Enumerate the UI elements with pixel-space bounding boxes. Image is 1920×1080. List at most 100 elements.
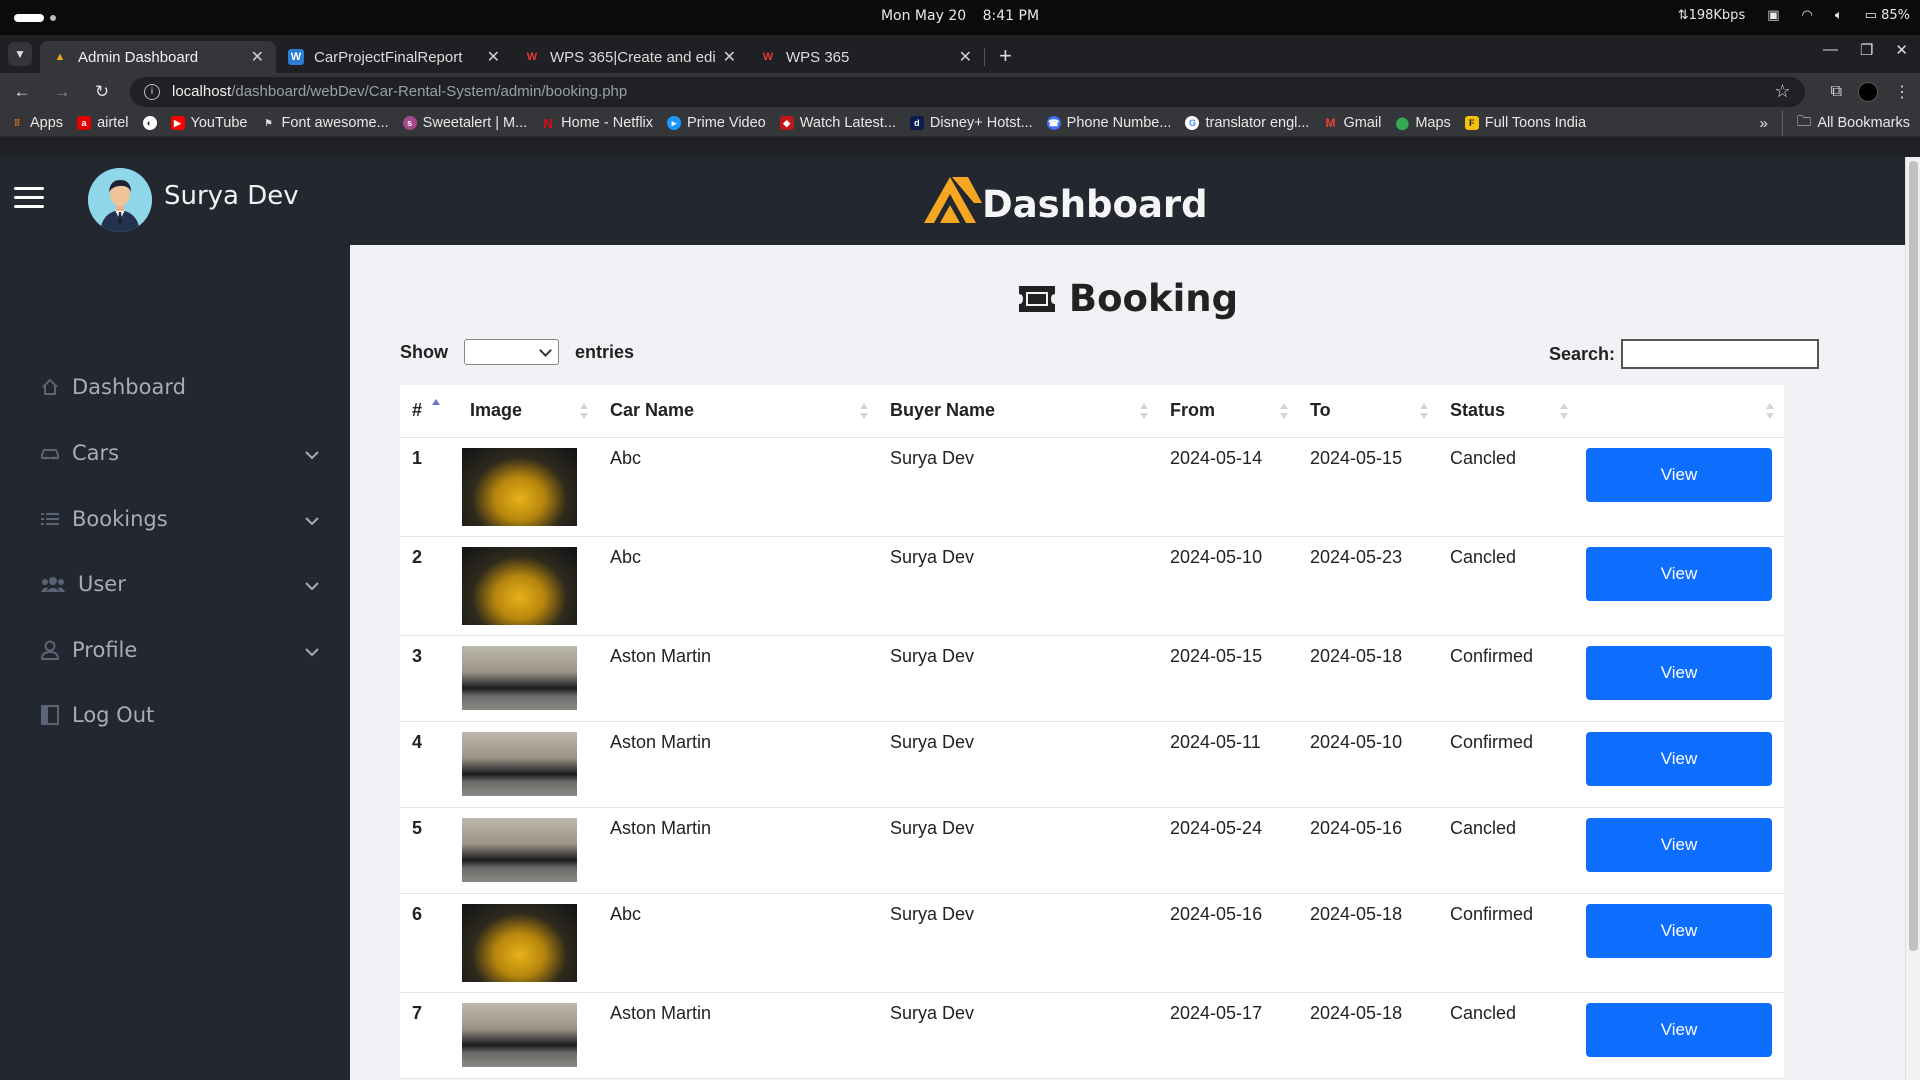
sidebar-item-cars[interactable]: Cars [40,441,320,465]
kebab-menu-icon[interactable]: ⋮ [1894,82,1910,102]
bookmark-youtube[interactable]: ▶ YouTube [170,115,248,131]
youtube-icon: ▶ [170,116,185,130]
bookmark-label: Home - Netflix [561,115,654,131]
sidebar-item-label: Profile [72,638,138,662]
battery-level: 85% [1881,8,1910,23]
view-button[interactable]: View [1586,903,1772,958]
extensions-icon[interactable]: ⧉ [1831,83,1842,101]
bookmark-disney-hotstar[interactable]: d Disney+ Hotst... [909,115,1033,131]
entries-select[interactable] [464,339,559,365]
admin-app: Surya Dev Dashboard Dashboard Cars Booki… [0,157,1905,1080]
sidebar-item-user[interactable]: User [40,572,320,596]
tab-separator [984,48,985,66]
sort-icon [1280,403,1288,419]
view-button[interactable]: View [1586,645,1772,700]
chevron-down-icon [304,507,320,531]
bookmark-phone-number[interactable]: ☎ Phone Numbe... [1046,115,1171,131]
column-header-status[interactable]: Status [1438,385,1578,438]
os-clock[interactable]: Mon May 20 8:41 PM [0,8,1920,24]
chevron-down-icon [304,572,320,596]
os-date: Mon May 20 [880,8,967,24]
close-icon[interactable]: ✕ [487,47,500,67]
tab-search-button[interactable]: ▼ [8,42,32,66]
close-window-icon[interactable]: ✕ [1895,41,1908,59]
tab-admin-dashboard[interactable]: ▲ Admin Dashboard ✕ [40,41,276,73]
table-row: 2 Abc Surya Dev 2024-05-10 2024-05-23 Cancled… [400,536,1784,636]
bookings-table: # Image Car Name Buyer Name From To Stat… [400,385,1784,1079]
tab-wps-create[interactable]: W WPS 365|Create and edit ✕ [512,41,748,73]
site-info-icon[interactable]: i [144,83,160,100]
forward-arrow-icon[interactable]: → [50,82,74,102]
user-avatar[interactable] [88,168,152,232]
view-button[interactable]: View [1586,1002,1772,1057]
bookmark-font-awesome[interactable]: ⚑ Font awesome... [261,115,388,131]
tab-car-project-report[interactable]: W CarProjectFinalReport ✕ [276,41,512,73]
url-path: /dashboard/webDev/Car-Rental-System/admi… [231,83,628,100]
sidebar-item-profile[interactable]: Profile [40,638,320,662]
reload-icon[interactable]: ↻ [90,82,114,102]
bookmark-maps[interactable]: ⬤ Maps [1395,115,1451,131]
url-bar[interactable]: i localhost/dashboard/webDev/Car-Rental-… [130,76,1805,107]
hamburger-menu-icon[interactable] [14,187,44,214]
full-toons-icon: F [1464,116,1479,130]
cell-buyer-name: Surya Dev [878,893,1158,993]
column-header-from[interactable]: From [1158,385,1298,438]
sidebar-item-bookings[interactable]: Bookings [40,507,320,531]
search-input[interactable] [1621,339,1819,369]
bookmark-watch-latest[interactable]: ◆ Watch Latest... [779,115,896,131]
column-header-image[interactable]: Image [458,385,598,438]
profile-avatar[interactable] [1858,81,1878,102]
more-bookmarks-icon[interactable]: » [1759,115,1767,132]
search-label: Search: [1548,343,1615,364]
bookmark-label: YouTube [190,115,248,131]
tab-wps-365[interactable]: W WPS 365 ✕ [748,41,984,73]
close-icon[interactable]: ✕ [251,47,264,67]
bookmark-prime-video[interactable]: ▸ Prime Video [667,115,766,131]
cell-number: 2 [400,536,458,636]
scrollbar-thumb[interactable] [1909,161,1918,951]
minimize-icon[interactable]: — [1823,41,1838,59]
cell-to-date: 2024-05-16 [1298,807,1438,894]
sidebar-item-logout[interactable]: Log Out [40,703,320,727]
back-arrow-icon[interactable]: ← [10,82,34,102]
user-icon [40,640,60,660]
brand-logo[interactable]: Dashboard [922,171,1208,226]
view-button[interactable]: View [1586,447,1772,502]
hotstar-icon: d [909,116,924,130]
bookmark-star-icon[interactable]: ☆ [1774,81,1790,102]
wifi-icon: ◠ [1801,8,1813,23]
restore-icon[interactable]: ❐ [1860,41,1873,59]
column-header-car-name[interactable]: Car Name [598,385,878,438]
bookmark-translator[interactable]: Gtranslator engl... [1185,115,1309,131]
cell-from-date: 2024-05-15 [1158,635,1298,722]
cell-status: Cancled [1438,437,1578,537]
bookmark-apps[interactable]: ⠿ Apps [10,115,63,131]
wps-icon: W [526,51,538,63]
sidebar-item-dashboard[interactable]: Dashboard [40,375,320,399]
close-icon[interactable]: ✕ [959,47,972,67]
column-header-number[interactable]: # [400,385,458,438]
top-navbar: Surya Dev Dashboard [0,157,1905,245]
bookmark-globe[interactable]: ◐ [142,116,157,130]
view-button[interactable]: View [1586,731,1772,786]
sidebar-item-label: User [78,572,126,596]
new-tab-button[interactable]: + [999,43,1012,69]
column-header-action[interactable] [1578,385,1784,438]
bookmark-gmail[interactable]: M Gmail [1323,115,1381,131]
bookmark-airtel[interactable]: a airtel [77,115,129,131]
bookmark-sweetalert[interactable]: s Sweetalert | M... [402,115,527,131]
column-header-buyer-name[interactable]: Buyer Name [878,385,1158,438]
close-icon[interactable]: ✕ [723,47,736,67]
bookmark-netflix[interactable]: N Home - Netflix [541,115,653,131]
cell-car-name: Aston Martin [598,992,878,1079]
clipboard-icon[interactable]: ▣ [1767,8,1779,23]
cell-number: 1 [400,437,458,537]
column-header-to[interactable]: To [1298,385,1438,438]
bookmark-label: Full Toons India [1484,115,1587,131]
os-status-area[interactable]: ⇅198Kbps ▣ ◠ 🔈︎ ▭ 85% [1678,8,1910,23]
all-bookmarks-folder[interactable]: 🗀 All Bookmarks [1781,110,1910,136]
view-button[interactable]: View [1586,817,1772,872]
bookmark-full-toons[interactable]: F Full Toons India [1464,115,1587,131]
view-button[interactable]: View [1586,546,1772,601]
page-scrollbar[interactable] [1905,157,1920,1080]
